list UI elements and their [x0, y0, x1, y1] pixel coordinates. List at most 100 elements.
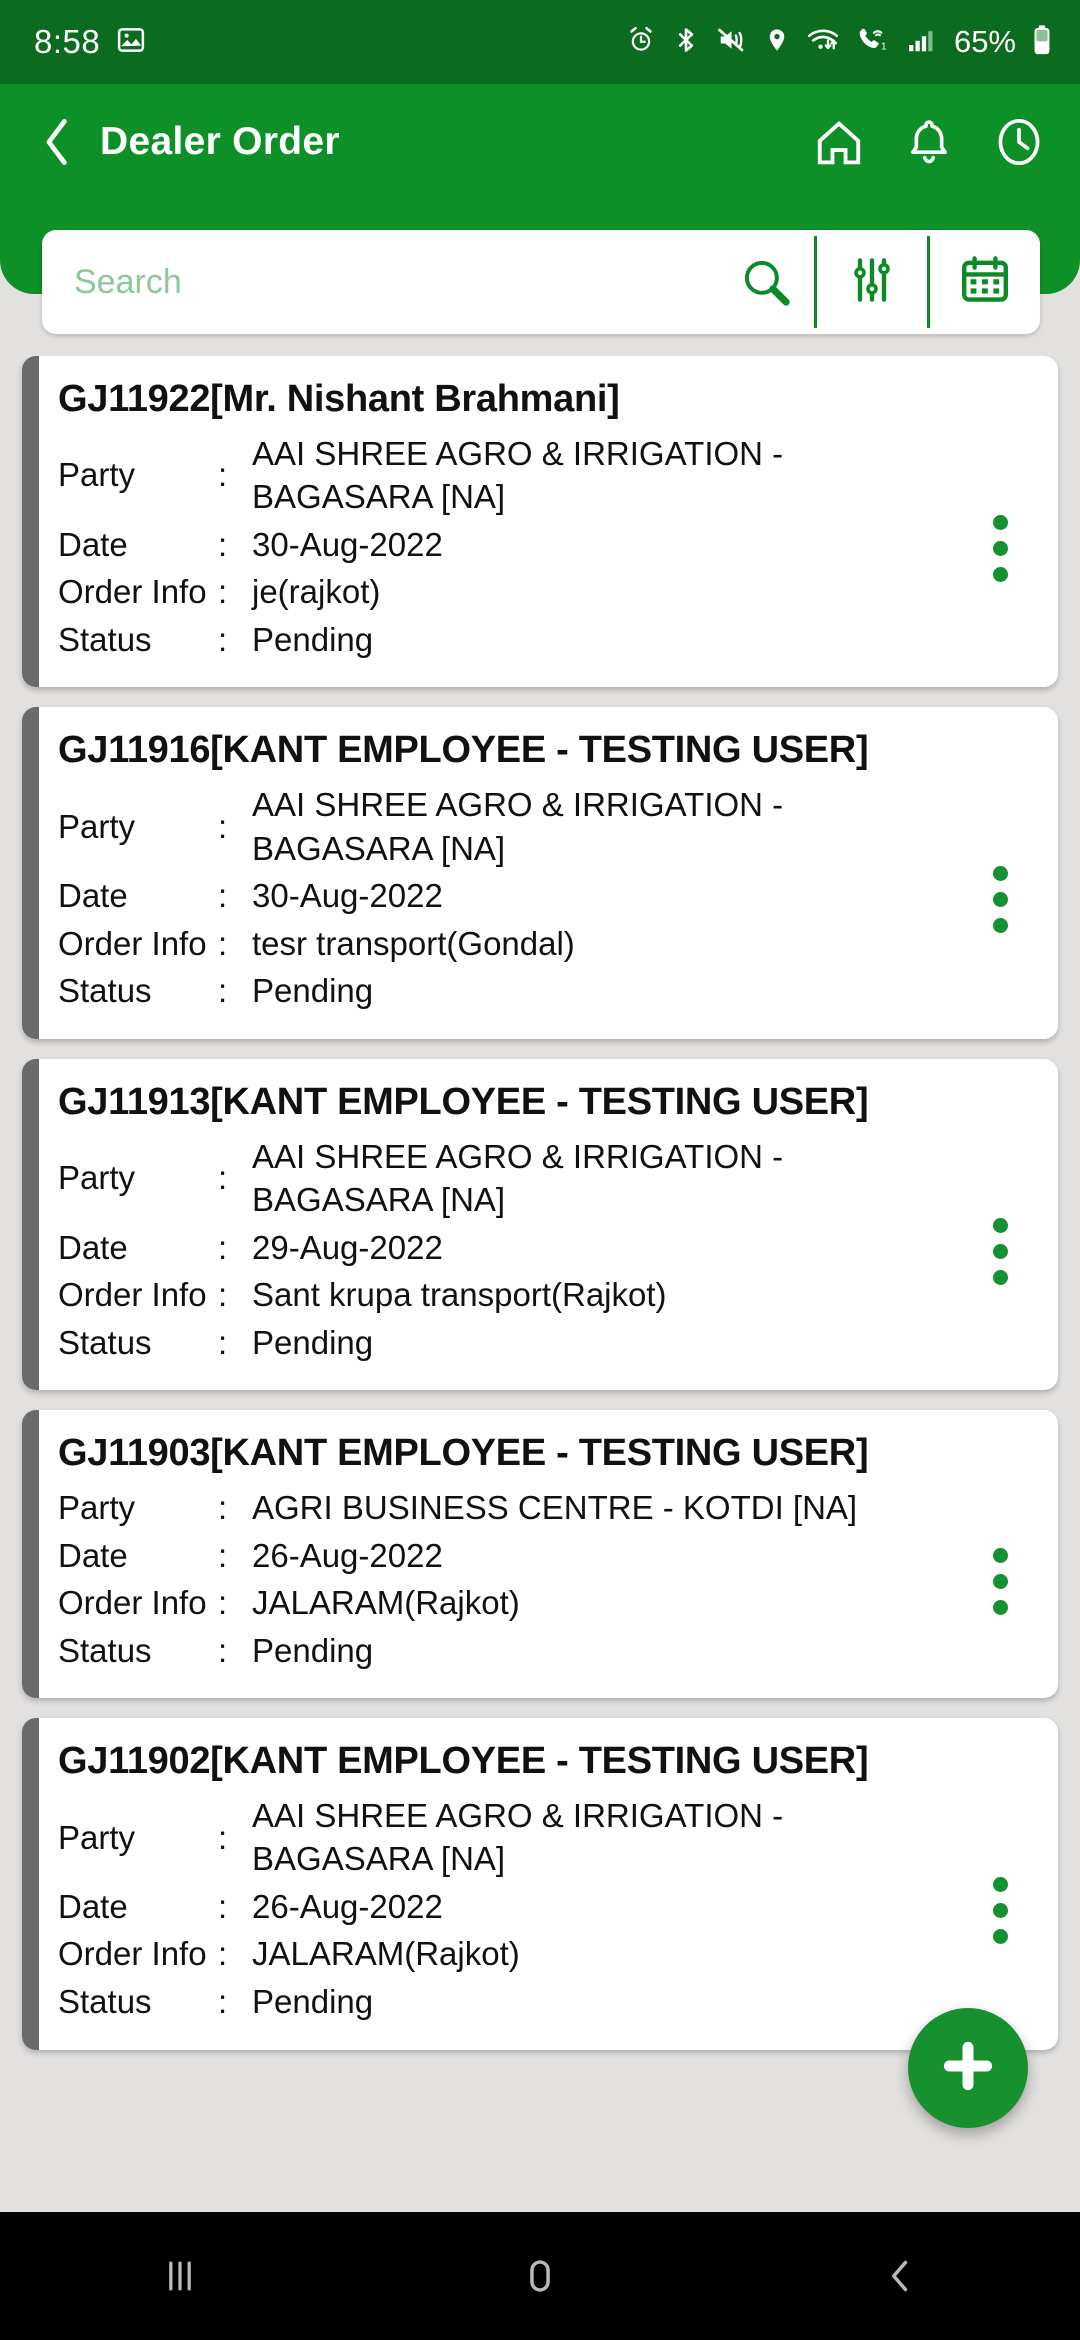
order-order-info-value: JALARAM(Rajkot) — [252, 1584, 520, 1622]
order-fields: Party: AAI SHREE AGRO & IRRIGATION - BAGA… — [58, 1792, 968, 2026]
order-status-value: Pending — [252, 1323, 374, 1361]
order-date-value: 26-Aug-2022 — [252, 1536, 443, 1574]
order-row-party: Party: AGRI BUSINESS CENTRE - KOTDI [NA] — [58, 1484, 968, 1532]
status-clock: 8:58 — [34, 23, 101, 60]
kebab-dot — [992, 1929, 1008, 1945]
row-colon: : — [218, 1276, 228, 1314]
alarm-icon — [626, 25, 656, 60]
order-status-value: Pending — [252, 620, 374, 658]
svg-text:1: 1 — [881, 41, 887, 52]
order-order-info-value: JALARAM(Rajkot) — [252, 1935, 520, 1973]
kebab-dot — [992, 541, 1008, 557]
order-title: GJ11916[KANT EMPLOYEE - TESTING USER] — [58, 729, 869, 772]
order-row-status: Status: Pending — [58, 1319, 968, 1367]
order-row-party: Party: AAI SHREE AGRO & IRRIGATION - BAGA… — [58, 1792, 968, 1883]
order-date-label: Date — [58, 1536, 128, 1574]
order-party-label: Party — [58, 1159, 136, 1197]
kebab-dot — [992, 1269, 1008, 1285]
search-input[interactable] — [74, 262, 718, 302]
order-fields: Party: AGRI BUSINESS CENTRE - KOTDI [NA] D… — [58, 1484, 968, 1674]
order-fields: Party: AAI SHREE AGRO & IRRIGATION - BAGA… — [58, 1133, 968, 1367]
app-bar-row: Dealer Order — [0, 84, 1080, 200]
add-order-fab[interactable] — [908, 2008, 1028, 2128]
order-order-info-label: Order Info — [58, 1935, 207, 1973]
order-status-label: Status — [58, 1323, 152, 1361]
order-date-value: 29-Aug-2022 — [252, 1228, 443, 1266]
kebab-dot — [992, 1599, 1008, 1615]
order-order-info-label: Order Info — [58, 573, 207, 611]
order-overflow-menu[interactable] — [968, 1873, 1032, 1945]
system-nav-bar — [0, 2212, 1080, 2340]
order-card[interactable]: GJ11913[KANT EMPLOYEE - TESTING USER] Par… — [22, 1058, 1058, 1391]
row-colon: : — [218, 1983, 228, 2021]
status-bar-left: 8:58 — [34, 23, 146, 61]
order-row-status: Status: Pending — [58, 1978, 968, 2026]
kebab-dot — [992, 892, 1008, 908]
calendar-button[interactable] — [930, 230, 1040, 334]
back-chevron-icon[interactable] — [825, 2212, 975, 2340]
order-party-value: AAI SHREE AGRO & IRRIGATION - BAGASARA [… — [252, 786, 784, 867]
row-colon: : — [218, 1935, 228, 1973]
row-colon: : — [218, 877, 228, 915]
home-icon[interactable] — [812, 115, 866, 169]
filter-button[interactable] — [817, 230, 927, 334]
row-colon: : — [218, 1323, 228, 1361]
order-row-order-info: Order Info: tesr transport(Gondal) — [58, 920, 968, 968]
order-row-date: Date:30-Aug-2022 — [58, 872, 968, 920]
row-colon: : — [218, 1818, 228, 1856]
row-colon: : — [218, 1584, 228, 1622]
kebab-dot — [992, 1903, 1008, 1919]
home-square-icon[interactable] — [465, 2212, 615, 2340]
row-colon: : — [218, 1228, 228, 1266]
order-party-value: AAI SHREE AGRO & IRRIGATION - BAGASARA [… — [252, 1137, 784, 1219]
kebab-dot — [992, 1573, 1008, 1589]
recents-icon[interactable] — [105, 2212, 255, 2340]
order-status-label: Status — [58, 972, 152, 1010]
search-field[interactable] — [42, 230, 814, 334]
magnifier-icon[interactable] — [718, 255, 814, 309]
page-title: Dealer Order — [100, 120, 340, 163]
order-party-label: Party — [58, 807, 136, 845]
row-colon: : — [218, 1488, 228, 1526]
sliders-filter-icon — [846, 254, 898, 311]
order-card-body: Party: AGRI BUSINESS CENTRE - KOTDI [NA] D… — [58, 1484, 1032, 1674]
order-card-body: Party: AAI SHREE AGRO & IRRIGATION - BAGA… — [58, 1133, 1032, 1367]
order-date-value: 30-Aug-2022 — [252, 877, 443, 915]
order-party-value: AGRI BUSINESS CENTRE - KOTDI [NA] — [252, 1488, 858, 1526]
order-overflow-menu[interactable] — [968, 862, 1032, 934]
order-status-value: Pending — [252, 1631, 374, 1669]
order-order-info-value: je(rajkot) — [252, 573, 381, 611]
order-card[interactable]: GJ11903[KANT EMPLOYEE - TESTING USER] Par… — [22, 1410, 1058, 1699]
location-icon — [764, 25, 790, 60]
row-colon: : — [218, 525, 228, 563]
app-root: 8:58 1 65% Dealer Order Search GJ11922[M… — [0, 0, 1080, 2340]
order-row-status: Status: Pending — [58, 616, 968, 664]
order-row-order-info: Order Info: JALARAM(Rajkot) — [58, 1579, 968, 1627]
order-overflow-menu[interactable] — [968, 511, 1032, 583]
order-party-label: Party — [58, 1818, 136, 1856]
back-button[interactable] — [28, 113, 86, 171]
row-colon: : — [218, 1159, 228, 1197]
row-colon: : — [218, 1536, 228, 1574]
bluetooth-icon — [672, 25, 700, 60]
order-fields: Party: AAI SHREE AGRO & IRRIGATION - BAGA… — [58, 781, 968, 1015]
history-clock-icon[interactable] — [992, 115, 1046, 169]
kebab-dot — [992, 567, 1008, 583]
bell-icon[interactable] — [902, 115, 956, 169]
order-title: GJ11913[KANT EMPLOYEE - TESTING USER] — [58, 1080, 869, 1123]
order-row-date: Date:29-Aug-2022 — [58, 1224, 968, 1272]
row-colon: : — [218, 807, 228, 845]
order-overflow-menu[interactable] — [968, 1544, 1032, 1615]
order-row-status: Status: Pending — [58, 1627, 968, 1675]
kebab-dot — [992, 515, 1008, 531]
order-card[interactable]: GJ11922[Mr. Nishant Brahmani] Party: AAI S… — [22, 356, 1058, 688]
order-party-value: AAI SHREE AGRO & IRRIGATION - BAGASARA [… — [252, 1796, 784, 1878]
order-card[interactable]: GJ11916[KANT EMPLOYEE - TESTING USER] Par… — [22, 707, 1058, 1040]
order-list[interactable]: GJ11922[Mr. Nishant Brahmani] Party: AAI S… — [0, 356, 1080, 2200]
order-overflow-menu[interactable] — [968, 1214, 1032, 1285]
row-colon: : — [218, 972, 228, 1010]
order-date-label: Date — [58, 1887, 128, 1925]
order-row-order-info: Order Info: JALARAM(Rajkot) — [58, 1930, 968, 1978]
wifi-icon — [806, 25, 840, 60]
order-card[interactable]: GJ11902[KANT EMPLOYEE - TESTING USER] Par… — [22, 1718, 1058, 2050]
